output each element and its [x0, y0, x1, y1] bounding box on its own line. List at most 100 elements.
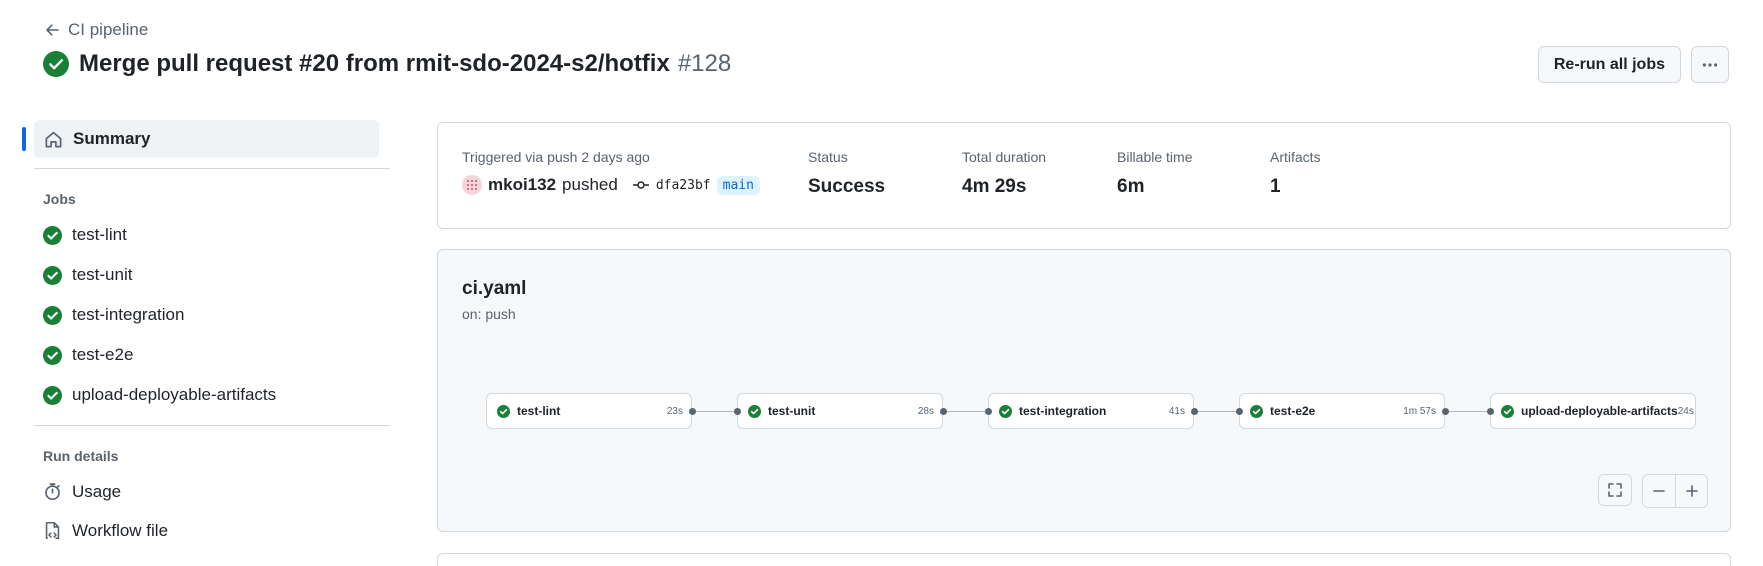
- check-circle-fill-icon: [748, 404, 761, 418]
- check-circle-fill-icon: [999, 404, 1012, 418]
- graph-connector-dot: [1236, 408, 1243, 415]
- kebab-horizontal-icon: [1702, 62, 1718, 67]
- sidebar-job-label: test-integration: [72, 305, 185, 324]
- sidebar-divider: [34, 168, 390, 169]
- sidebar-item-summary[interactable]: Summary: [22, 120, 379, 158]
- graph-job-duration: 23s: [666, 405, 683, 417]
- graph-job-test-lint[interactable]: test-lint 23s: [486, 393, 692, 429]
- actor-link[interactable]: mkoi132: [488, 175, 556, 195]
- graph-connector-dot: [1191, 408, 1198, 415]
- file-code-icon: [45, 522, 60, 539]
- graph-job-name: upload-deployable-artifacts: [1521, 404, 1678, 418]
- check-circle-fill-icon: [43, 345, 62, 365]
- graph-job-upload-deployable-artifacts[interactable]: upload-deployable-artifacts 24s: [1490, 393, 1696, 429]
- sidebar-job-test-lint[interactable]: test-lint: [22, 215, 390, 255]
- artifacts-label: Artifacts: [1270, 149, 1321, 165]
- arrow-left-icon: [46, 24, 59, 36]
- avatar[interactable]: [462, 175, 482, 195]
- sidebar-job-upload-deployable-artifacts[interactable]: upload-deployable-artifacts: [22, 375, 390, 415]
- graph-edge: [694, 411, 734, 412]
- graph-zoom-controls: [1598, 474, 1708, 508]
- sidebar-job-test-e2e[interactable]: test-e2e: [22, 335, 390, 375]
- back-to-workflow-link[interactable]: CI pipeline: [44, 20, 148, 40]
- sidebar-job-test-integration[interactable]: test-integration: [22, 295, 390, 335]
- back-link-label: CI pipeline: [68, 20, 149, 39]
- sidebar-item-usage[interactable]: Usage: [22, 472, 390, 511]
- jobs-heading: Jobs: [43, 191, 76, 207]
- artifacts-value[interactable]: 1: [1270, 176, 1321, 198]
- workflow-run-page: CI pipeline Merge pull request #20 from …: [0, 0, 1763, 566]
- check-circle-fill-icon: [497, 404, 510, 418]
- check-circle-fill-icon: [43, 51, 69, 77]
- sidebar-item-workflow-file[interactable]: Workflow file: [22, 511, 390, 550]
- sidebar-job-label: upload-deployable-artifacts: [72, 385, 277, 404]
- graph-job-test-unit[interactable]: test-unit 28s: [737, 393, 943, 429]
- trigger-label: Triggered via push 2 days ago: [462, 149, 650, 165]
- next-section-card: [437, 553, 1731, 566]
- more-options-button[interactable]: [1691, 46, 1729, 83]
- duration-label: Total duration: [962, 149, 1047, 165]
- graph-connector-dot: [985, 408, 992, 415]
- graph-connector-dot: [1442, 408, 1449, 415]
- zoom-in-button[interactable]: [1675, 475, 1707, 507]
- sidebar-item-label: Summary: [73, 129, 151, 148]
- sidebar-job-label: test-e2e: [72, 345, 134, 364]
- graph-connector-dot: [689, 408, 696, 415]
- check-circle-fill-icon: [43, 265, 62, 285]
- artifacts-info: Artifacts 1: [1270, 149, 1321, 198]
- trigger-info: Triggered via push 2 days ago mkoi132 pu…: [462, 149, 760, 195]
- zoom-button-group: [1642, 474, 1708, 508]
- active-indicator: [22, 127, 26, 151]
- sidebar-job-test-unit[interactable]: test-unit: [22, 255, 390, 295]
- plus-icon: [1685, 485, 1698, 497]
- graph-job-duration: 1m 57s: [1403, 405, 1436, 417]
- billable-info: Billable time 6m: [1117, 149, 1192, 198]
- duration-value: 4m 29s: [962, 176, 1027, 197]
- minus-icon: [1653, 490, 1665, 492]
- graph-job-name: test-integration: [1019, 404, 1107, 418]
- check-circle-fill-icon: [1250, 404, 1263, 418]
- check-circle-fill-icon: [1501, 404, 1514, 418]
- sidebar-divider: [34, 425, 390, 426]
- sidebar-job-label: test-unit: [72, 265, 133, 284]
- graph-job-test-integration[interactable]: test-integration 41s: [988, 393, 1194, 429]
- graph-connector-dot: [1487, 408, 1494, 415]
- sidebar-item-label: Workflow file: [72, 520, 169, 540]
- trigger-details: mkoi132 pushed dfa23bf main: [462, 175, 760, 195]
- graph-job-duration: 24s: [1677, 405, 1694, 417]
- graph-job-name: test-unit: [768, 404, 816, 418]
- duration-info: Total duration 4m 29s: [962, 149, 1046, 198]
- workflow-graph: test-lint 23s test-unit 28s test-integra…: [438, 250, 1730, 531]
- status-info: Status Success: [808, 149, 885, 198]
- graph-connector-dot: [940, 408, 947, 415]
- graph-edge: [1196, 411, 1236, 412]
- run-details-heading: Run details: [43, 448, 119, 464]
- run-title: Merge pull request #20 from rmit-sdo-202…: [79, 50, 670, 77]
- header-actions: Re-run all jobs: [1537, 46, 1729, 83]
- graph-job-name: test-lint: [517, 404, 561, 418]
- graph-edge: [1447, 411, 1487, 412]
- graph-edge: [945, 411, 985, 412]
- status-label: Status: [808, 149, 848, 165]
- zoom-out-button[interactable]: [1643, 475, 1675, 507]
- graph-connector-dot: [734, 408, 741, 415]
- check-circle-fill-icon: [43, 225, 62, 245]
- run-sidebar: Summary Jobs test-lint test-unit test-in…: [22, 120, 390, 550]
- branch-badge[interactable]: main: [716, 175, 760, 195]
- run-title-row: Merge pull request #20 from rmit-sdo-202…: [43, 50, 731, 78]
- workflow-graph-card: ci.yaml on: push test-lint 23s test-unit…: [437, 249, 1731, 532]
- graph-job-test-e2e[interactable]: test-e2e 1m 57s: [1239, 393, 1445, 429]
- trigger-action: pushed: [562, 175, 618, 194]
- check-circle-fill-icon: [43, 305, 62, 325]
- check-circle-fill-icon: [43, 385, 62, 405]
- git-commit-icon: [632, 181, 649, 189]
- billable-label: Billable time: [1117, 149, 1193, 165]
- graph-job-name: test-e2e: [1270, 404, 1316, 418]
- run-info-card: Triggered via push 2 days ago mkoi132 pu…: [437, 122, 1731, 229]
- run-number: #128: [677, 50, 732, 77]
- home-icon: [45, 131, 62, 147]
- sidebar-item-label: Usage: [72, 481, 122, 501]
- rerun-all-jobs-button[interactable]: Re-run all jobs: [1537, 46, 1681, 83]
- fullscreen-button[interactable]: [1598, 474, 1632, 506]
- commit-sha-link[interactable]: dfa23bf: [656, 178, 711, 193]
